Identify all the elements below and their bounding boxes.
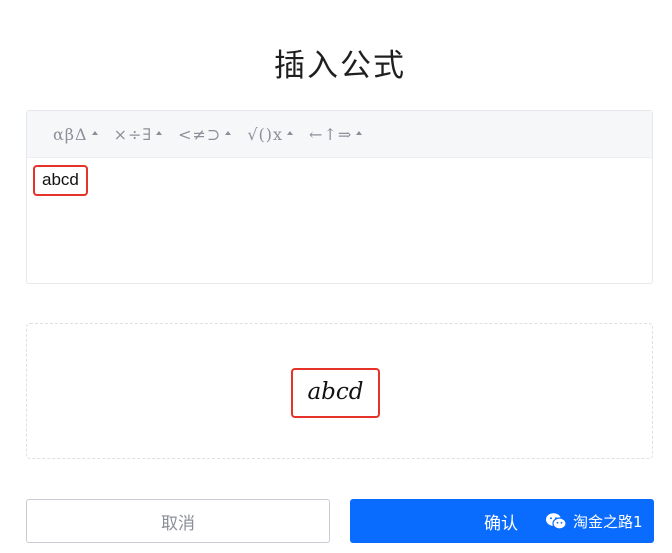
operators-icon: ×÷∃	[113, 124, 153, 144]
arrows-dropdown[interactable]: ←↑⇒	[309, 124, 363, 144]
cancel-button[interactable]: 取消	[26, 499, 330, 543]
functions-dropdown[interactable]: √()x	[247, 124, 294, 144]
relations-icon: <≠⊃	[178, 124, 222, 144]
relations-dropdown[interactable]: <≠⊃	[178, 124, 232, 144]
formula-editor: αβΔ ×÷∃ <≠⊃ √()x ←↑⇒ abcd	[26, 110, 653, 284]
symbol-toolbar: αβΔ ×÷∃ <≠⊃ √()x ←↑⇒	[27, 111, 652, 158]
functions-icon: √()x	[247, 124, 284, 144]
greek-letters-dropdown[interactable]: αβΔ	[53, 125, 98, 144]
dialog-title: 插入公式	[274, 48, 406, 84]
formula-input[interactable]: abcd	[27, 158, 652, 284]
caret-up-icon	[91, 131, 98, 135]
arrows-icon: ←↑⇒	[309, 124, 353, 144]
formula-input-text: abcd	[33, 165, 88, 196]
watermark: 淘金之路1	[545, 511, 643, 532]
confirm-button-label: 确认	[484, 513, 518, 534]
operators-dropdown[interactable]: ×÷∃	[114, 125, 163, 144]
caret-up-icon	[225, 131, 232, 135]
wechat-icon	[546, 513, 567, 530]
greek-letters-icon: αβΔ	[53, 124, 88, 144]
formula-preview: abcd	[26, 323, 653, 459]
caret-up-icon	[287, 131, 294, 135]
formula-preview-text: abcd	[291, 368, 380, 418]
caret-up-icon	[356, 131, 363, 135]
cancel-button-label: 取消	[161, 513, 195, 534]
watermark-text: 淘金之路1	[573, 513, 643, 531]
caret-up-icon	[156, 131, 163, 135]
